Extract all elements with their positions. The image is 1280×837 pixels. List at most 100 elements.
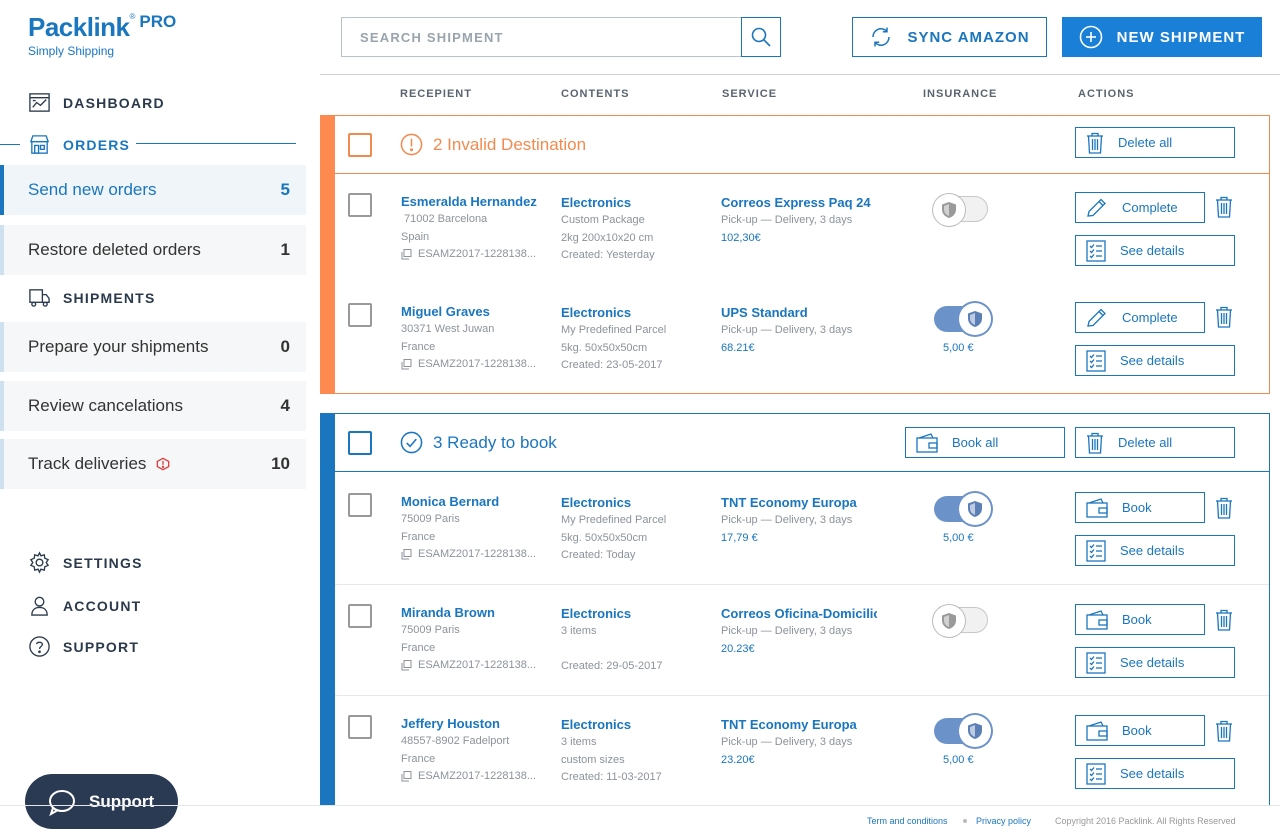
copy-icon[interactable]	[401, 249, 412, 260]
recipient-name[interactable]: Miranda Brown	[401, 604, 553, 622]
book-button[interactable]: Book	[1075, 715, 1205, 746]
order-reference: ESAMZ2017-1228138...	[401, 768, 553, 786]
delete-all-button[interactable]: Delete all	[1075, 427, 1235, 458]
sidebar-item-review-cancelations[interactable]: Review cancelations 4	[0, 381, 306, 431]
nav-account[interactable]: ACCOUNT	[28, 594, 141, 617]
row-checkbox[interactable]	[348, 193, 372, 217]
book-label: Book	[1122, 500, 1152, 515]
copy-icon[interactable]	[401, 660, 412, 671]
shield-icon	[933, 605, 965, 637]
nav-support[interactable]: SUPPORT	[28, 635, 139, 658]
select-all-checkbox[interactable]	[348, 133, 372, 157]
warning-icon	[400, 133, 423, 156]
search-input[interactable]	[342, 18, 741, 56]
brand-tagline: Simply Shipping	[28, 44, 115, 58]
row-checkbox[interactable]	[348, 303, 372, 327]
copyright-text: Copyright 2016 Packlink. All Rights Rese…	[1055, 816, 1236, 826]
sidebar-item-count: 1	[280, 240, 290, 259]
sidebar-item-send-new-orders[interactable]: Send new orders 5	[0, 165, 306, 215]
trash-icon[interactable]	[1215, 609, 1233, 631]
book-label: Book	[1122, 723, 1152, 738]
book-all-label: Book all	[952, 435, 999, 450]
row-checkbox[interactable]	[348, 604, 372, 628]
book-button[interactable]: Book	[1075, 492, 1205, 523]
recipient-name[interactable]: Esmeralda Hernandez	[401, 193, 553, 211]
see-details-label: See details	[1120, 353, 1185, 368]
nav-shipments[interactable]: SHIPMENTS	[28, 286, 155, 309]
trash-icon[interactable]	[1215, 497, 1233, 519]
privacy-link[interactable]: Privacy policy	[976, 816, 1031, 826]
new-shipment-button[interactable]: NEW SHIPMENT	[1062, 17, 1262, 57]
shield-icon	[959, 715, 991, 747]
packlink-logo[interactable]: Packlink® PRO Simply Shipping	[28, 12, 176, 58]
nav-dashboard[interactable]: DASHBOARD	[28, 91, 165, 114]
contents-line: 5kg. 50x50x50cm	[561, 341, 648, 354]
delete-all-button[interactable]: Delete all	[1075, 127, 1235, 158]
see-details-button[interactable]: See details	[1075, 235, 1235, 266]
row-checkbox[interactable]	[348, 715, 372, 739]
contents-cell: Electronics Custom Package 2kg 200x10x20…	[561, 194, 655, 265]
nav-orders[interactable]: ORDERS	[28, 133, 130, 156]
copy-icon[interactable]	[401, 359, 412, 370]
insurance-toggle[interactable]	[934, 715, 991, 747]
recipient-name[interactable]: Miguel Graves	[401, 303, 553, 321]
recipient-address: 48557-8902 Fadelport	[401, 735, 510, 747]
sidebar-item-track-deliveries[interactable]: Track deliveries 10	[0, 439, 306, 489]
contents-line: 3 items	[561, 736, 597, 748]
nav-settings[interactable]: SETTINGS	[28, 551, 143, 574]
trash-icon	[1087, 432, 1103, 454]
contents-line: 5kg. 50x50x50cm	[561, 531, 648, 544]
see-details-label: See details	[1120, 766, 1185, 781]
book-button[interactable]: Book	[1075, 604, 1205, 635]
see-details-label: See details	[1120, 243, 1185, 258]
complete-button[interactable]: Complete	[1075, 192, 1205, 223]
contents-line: My Predefined Parcel	[561, 324, 667, 336]
recipient-name[interactable]: Jeffery Houston	[401, 715, 553, 733]
see-details-button[interactable]: See details	[1075, 647, 1235, 678]
nav-account-label: ACCOUNT	[63, 597, 142, 614]
service-name[interactable]: Correos Oficina-Domicilio	[721, 605, 877, 623]
sidebar-item-prepare-shipments[interactable]: Prepare your shipments 0	[0, 322, 306, 372]
trash-icon[interactable]	[1215, 306, 1233, 328]
terms-link[interactable]: Term and conditions	[867, 816, 948, 826]
column-header-service: SERVICE	[722, 88, 778, 100]
copy-icon[interactable]	[401, 771, 412, 782]
complete-button[interactable]: Complete	[1075, 302, 1205, 333]
copy-icon[interactable]	[401, 549, 412, 560]
delete-all-label: Delete all	[1118, 435, 1173, 450]
insurance-amount: 5,00 €	[943, 342, 974, 354]
contents-title: Electronics	[561, 495, 632, 510]
insurance-toggle[interactable]	[933, 605, 988, 637]
search-button[interactable]	[741, 17, 781, 57]
trash-icon[interactable]	[1215, 720, 1233, 742]
support-chat-button[interactable]: Support	[25, 774, 178, 829]
table-row: Monica Bernard 75009 Paris France ESAMZ2…	[335, 473, 1269, 584]
wallet-icon	[1086, 497, 1108, 518]
brand-pro: PRO	[139, 12, 177, 31]
service-name[interactable]: UPS Standard	[721, 304, 877, 322]
service-name[interactable]: TNT Economy Europa	[721, 494, 877, 512]
sidebar-item-count: 0	[280, 337, 290, 356]
service-name[interactable]: Correos Express Paq 24	[721, 194, 877, 212]
contents-cell: Electronics My Predefined Parcel 5kg. 50…	[561, 494, 666, 565]
insurance-toggle[interactable]	[934, 493, 991, 525]
recipient-name[interactable]: Monica Bernard	[401, 493, 553, 511]
select-all-checkbox[interactable]	[348, 431, 372, 455]
insurance-toggle[interactable]	[934, 303, 991, 335]
service-name[interactable]: TNT Economy Europa	[721, 716, 877, 734]
see-details-button[interactable]: See details	[1075, 535, 1235, 566]
row-checkbox[interactable]	[348, 493, 372, 517]
contents-cell: Electronics 3 items custom sizes Created…	[561, 716, 662, 787]
sync-icon	[872, 27, 891, 47]
service-cell: Correos Oficina-Domicilio Pick-up — Deli…	[721, 605, 877, 658]
see-details-button[interactable]: See details	[1075, 758, 1235, 789]
complete-label: Complete	[1122, 310, 1178, 325]
insurance-toggle[interactable]	[933, 194, 988, 226]
recipient-address: 75009 Paris	[401, 513, 460, 525]
trash-icon[interactable]	[1215, 196, 1233, 218]
see-details-button[interactable]: See details	[1075, 345, 1235, 376]
sidebar-item-restore-deleted-orders[interactable]: Restore deleted orders 1	[0, 225, 306, 275]
book-all-button[interactable]: Book all	[905, 427, 1065, 458]
sync-amazon-button[interactable]: SYNC AMAZON	[852, 17, 1047, 57]
sidebar-item-label: Restore deleted orders	[28, 240, 201, 259]
